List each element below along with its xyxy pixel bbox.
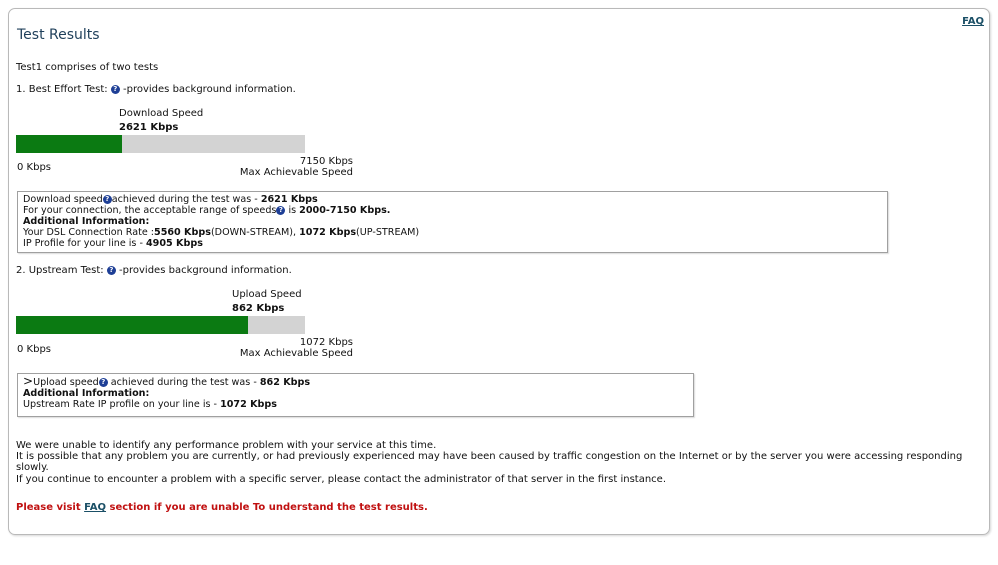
info-text: .: [386, 205, 391, 216]
info-text: (DOWN-STREAM),: [210, 227, 300, 238]
help-icon[interactable]: ?: [110, 85, 120, 94]
download-speed-value: 2621 Kbps: [119, 122, 179, 133]
page-title: Test Results: [17, 27, 100, 43]
additional-info-heading: Additional Information:: [23, 388, 150, 399]
info-text: For your connection, the acceptable rang…: [23, 205, 277, 216]
test2-suffix: -provides background information.: [119, 265, 292, 276]
summary-paragraph: It is possible that any problem you are …: [16, 451, 963, 474]
upload-speed-bar: [16, 316, 305, 334]
help-icon[interactable]: ?: [102, 195, 112, 204]
notice-text: section if you are unable To understand …: [106, 502, 428, 513]
upload-info-box: >Upload speed? achieved during the test …: [17, 373, 694, 417]
help-icon[interactable]: ?: [106, 266, 116, 275]
info-line: Your DSL Connection Rate :5560 Kbps(DOWN…: [23, 227, 882, 238]
info-value: 862 Kbps: [259, 377, 311, 388]
info-text: Upload speed: [33, 377, 99, 388]
info-text: (UP-STREAM): [356, 227, 420, 238]
download-info-box: Download speed? achieved during the test …: [17, 191, 888, 253]
additional-info-heading: Additional Information:: [23, 216, 150, 227]
upload-speed-value: 862 Kbps: [232, 303, 285, 314]
test2-label: 2. Upstream Test:: [16, 265, 104, 276]
upload-speed-title: Upload Speed: [232, 289, 302, 300]
info-line: Additional Information:: [23, 388, 688, 399]
info-marker: >: [23, 374, 34, 388]
download-min-label: 0 Kbps: [17, 162, 52, 173]
info-line: Additional Information:: [23, 216, 882, 227]
upload-max-value: 1072 Kbps: [299, 337, 353, 348]
download-speed-bar: [16, 135, 305, 153]
info-line: Upstream Rate IP profile on your line is…: [23, 399, 688, 410]
download-max-value: 7150 Kbps: [299, 156, 353, 167]
summary-paragraph: If you continue to encounter a problem w…: [16, 473, 666, 485]
upload-min-label: 0 Kbps: [17, 344, 52, 355]
info-line: Download speed? achieved during the test …: [23, 194, 882, 205]
info-value: 1072 Kbps: [220, 399, 277, 410]
info-value: 2621 Kbps: [260, 194, 318, 205]
summary-paragraph: We were unable to identify any performan…: [16, 440, 437, 451]
download-max-caption: Max Achievable Speed: [239, 167, 353, 178]
download-speed-title: Download Speed: [119, 108, 204, 119]
test1-label: 1. Best Effort Test:: [16, 84, 108, 95]
download-speed-bar-fill: [16, 135, 122, 153]
faq-link[interactable]: FAQ: [962, 16, 984, 27]
info-text: IP Profile for your line is -: [23, 238, 146, 249]
info-text: Download speed: [23, 194, 103, 205]
info-text: achieved during the test was -: [111, 194, 261, 205]
info-line: IP Profile for your line is - 4905 Kbps: [23, 238, 882, 249]
info-line: For your connection, the acceptable rang…: [23, 205, 882, 216]
faq-notice: Please visit FAQ section if you are unab…: [16, 502, 428, 513]
info-text: Your DSL Connection Rate :: [23, 227, 155, 238]
upload-max-caption: Max Achievable Speed: [239, 348, 353, 359]
info-value: 4905 Kbps: [146, 238, 203, 249]
info-value: 1072 Kbps: [299, 227, 357, 238]
upload-speed-bar-fill: [16, 316, 249, 334]
help-icon[interactable]: ?: [98, 378, 108, 387]
notice-text: Please visit: [16, 502, 85, 513]
summary-text: We were unable to identify any performan…: [16, 440, 984, 485]
info-text: achieved during the test was -: [107, 377, 260, 388]
info-text: Upstream Rate IP profile on your line is…: [23, 399, 221, 410]
test1-suffix: -provides background information.: [123, 84, 296, 95]
intro-text: Test1 comprises of two tests: [16, 62, 159, 73]
info-value: 2000-7150 Kbps: [299, 205, 387, 216]
test2-heading: 2. Upstream Test: ? -provides background…: [16, 265, 292, 276]
info-line: >Upload speed? achieved during the test …: [23, 374, 688, 388]
info-value: 5560 Kbps: [154, 227, 211, 238]
test1-heading: 1. Best Effort Test: ? -provides backgro…: [16, 84, 296, 95]
info-text: is: [285, 205, 300, 216]
faq-inline-link[interactable]: FAQ: [84, 502, 106, 513]
